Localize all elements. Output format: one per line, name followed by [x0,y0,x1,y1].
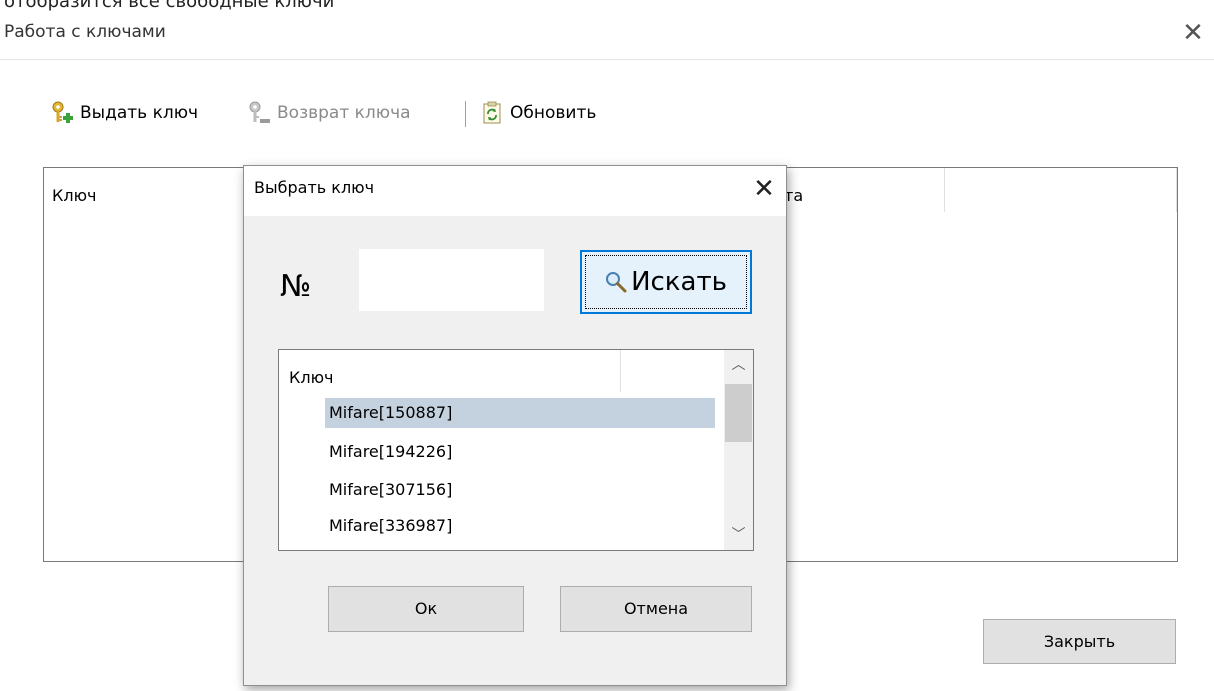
issue-key-button[interactable]: Выдать ключ [50,97,198,129]
number-label: № [280,269,312,304]
refresh-icon [480,101,504,125]
column-header-key[interactable]: Ключ [52,186,97,205]
vertical-scrollbar[interactable]: ︿ ﹀ [724,350,753,550]
key-number-input[interactable] [359,249,544,311]
select-key-dialog: Выбрать ключ ✕ № Искать Ключ Mifare[1508… [243,165,787,686]
dialog-title: Выбрать ключ [254,178,375,197]
key-add-icon [50,101,74,125]
issue-key-label: Выдать ключ [80,103,199,123]
column-separator [1176,168,1177,212]
column-separator [944,168,945,212]
search-label: Искать [631,267,727,297]
cancel-button[interactable]: Отмена [560,586,752,632]
window-title: Работа с ключами [4,22,166,42]
return-key-button[interactable]: Возврат ключа [247,97,411,129]
dialog-titlebar: Выбрать ключ ✕ [244,166,786,216]
refresh-label: Обновить [510,103,597,123]
key-list[interactable]: Ключ Mifare[150887] Mifare[194226] Mifar… [278,349,754,551]
ok-button[interactable]: Ок [328,586,524,632]
key-remove-icon [247,101,271,125]
refresh-button[interactable]: Обновить [480,97,596,129]
list-item[interactable]: Mifare[194226] [325,437,715,467]
scroll-down-icon[interactable]: ﹀ [724,520,753,550]
toolbar-separator [465,101,466,127]
clipped-instruction-text: отобразится все свободные ключи [4,0,335,12]
list-item[interactable]: Mifare[307156] [325,475,715,505]
magnifier-icon [605,271,627,293]
return-key-label: Возврат ключа [277,103,411,123]
window-close-icon[interactable]: ✕ [1178,18,1208,48]
list-item[interactable]: Mifare[150887] [325,398,715,428]
key-list-header[interactable]: Ключ [289,368,334,387]
key-list-column-separator [620,350,621,392]
title-divider [0,59,1214,60]
scroll-up-icon[interactable]: ︿ [724,350,753,380]
scrollbar-thumb[interactable] [725,384,752,442]
list-item[interactable]: Mifare[336987] [325,511,715,541]
search-button[interactable]: Искать [580,250,752,314]
dialog-close-icon[interactable]: ✕ [749,174,779,204]
close-button[interactable]: Закрыть [983,619,1176,664]
